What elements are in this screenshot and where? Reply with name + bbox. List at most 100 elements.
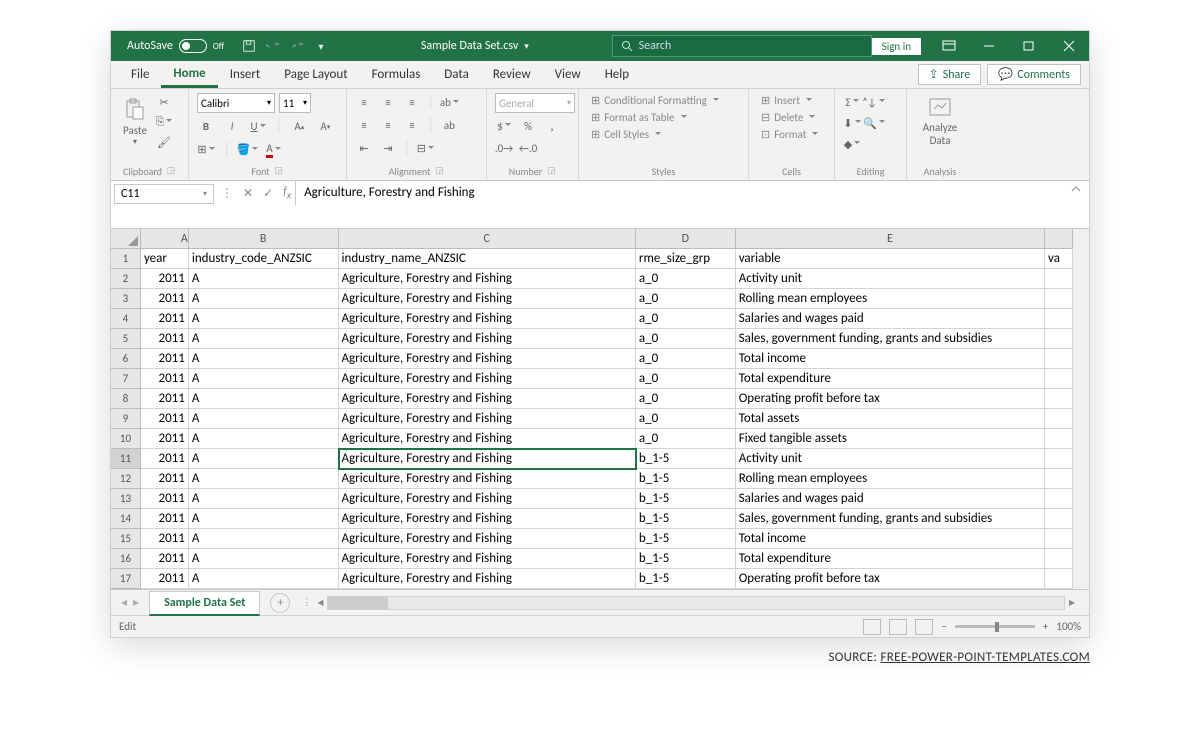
row-header[interactable]: 12	[111, 469, 141, 489]
sheet-tab[interactable]: Sample Data Set	[149, 591, 260, 616]
row-header[interactable]: 2	[111, 269, 141, 289]
cell[interactable]: Salaries and wages paid	[736, 489, 1045, 509]
cell[interactable]: Activity unit	[736, 449, 1045, 469]
cell[interactable]: a_0	[636, 329, 736, 349]
cell[interactable]: Activity unit	[736, 269, 1045, 289]
cell[interactable]: Agriculture, Forestry and Fishing	[339, 449, 636, 469]
cell[interactable]: Agriculture, Forestry and Fishing	[339, 549, 636, 569]
cell[interactable]: Agriculture, Forestry and Fishing	[339, 329, 636, 349]
row-header[interactable]: 9	[111, 409, 141, 429]
orientation-icon[interactable]: ab	[440, 94, 458, 112]
tab-review[interactable]: Review	[481, 63, 543, 86]
cell[interactable]: Total income	[736, 349, 1045, 369]
row-header[interactable]: 3	[111, 289, 141, 309]
merge-icon[interactable]: ⊟	[416, 140, 434, 158]
cell[interactable]: a_0	[636, 349, 736, 369]
cell[interactable]	[1045, 569, 1073, 589]
tab-view[interactable]: View	[543, 63, 593, 86]
cell[interactable]: 2011	[141, 309, 189, 329]
enter-formula-icon[interactable]: ✓	[263, 186, 273, 201]
col-header-C[interactable]: C	[339, 229, 636, 249]
cell[interactable]	[1045, 469, 1073, 489]
row-header[interactable]: 17	[111, 569, 141, 589]
cell[interactable]: A	[189, 369, 339, 389]
cell[interactable]: A	[189, 469, 339, 489]
cell[interactable]: Total assets	[736, 409, 1045, 429]
tab-file[interactable]: File	[119, 63, 161, 86]
cell[interactable]: Rolling mean employees	[736, 289, 1045, 309]
align-left-icon[interactable]: ≡	[355, 117, 373, 135]
page-layout-view-icon[interactable]	[889, 619, 907, 635]
cell[interactable]: A	[189, 449, 339, 469]
cell[interactable]	[1045, 389, 1073, 409]
cell[interactable]	[1045, 409, 1073, 429]
qat-customize-icon[interactable]: ▾	[314, 39, 328, 53]
align-bottom-icon[interactable]: ≡	[403, 94, 421, 112]
cancel-formula-icon[interactable]: ✕	[243, 186, 253, 201]
tab-data[interactable]: Data	[432, 63, 481, 86]
cell[interactable]: industry_code_ANZSIC	[189, 249, 339, 269]
delete-cells-button[interactable]: ⊟Delete	[757, 110, 826, 125]
cell[interactable]: Sales, government funding, grants and su…	[736, 329, 1045, 349]
dialog-launcher-icon[interactable]: ◲	[546, 165, 556, 175]
cell[interactable]: Agriculture, Forestry and Fishing	[339, 369, 636, 389]
comma-icon[interactable]: ,	[543, 117, 561, 135]
analyze-data-button[interactable]: Analyze Data	[915, 93, 965, 149]
bold-button[interactable]: B	[197, 118, 215, 136]
cell[interactable]: industry_name_ANZSIC	[339, 249, 636, 269]
percent-icon[interactable]: %	[519, 117, 537, 135]
row-header[interactable]: 15	[111, 529, 141, 549]
cell[interactable]	[1045, 529, 1073, 549]
dialog-launcher-icon[interactable]: ◲	[274, 165, 284, 175]
cell[interactable]: a_0	[636, 409, 736, 429]
fill-color-icon[interactable]: 🪣	[238, 141, 256, 159]
cell[interactable]: Agriculture, Forestry and Fishing	[339, 489, 636, 509]
tab-nav-prev-icon[interactable]: ◂	[121, 595, 127, 610]
increase-indent-icon[interactable]: ⇥	[379, 140, 397, 158]
row-header[interactable]: 13	[111, 489, 141, 509]
cut-icon[interactable]: ✂	[155, 93, 173, 111]
italic-button[interactable]: I	[223, 118, 241, 136]
col-header-E[interactable]: E	[736, 229, 1045, 249]
cell[interactable]: 2011	[141, 349, 189, 369]
cell[interactable]: b_1-5	[636, 569, 736, 589]
col-header-A[interactable]: A	[141, 229, 189, 249]
cell[interactable]	[1045, 509, 1073, 529]
cell[interactable]: Agriculture, Forestry and Fishing	[339, 409, 636, 429]
format-cells-button[interactable]: ⊡Format	[757, 127, 826, 142]
cell[interactable]	[1045, 349, 1073, 369]
cell[interactable]: 2011	[141, 569, 189, 589]
insert-cells-button[interactable]: ⊞Insert	[757, 93, 826, 108]
copy-icon[interactable]: ⎘	[155, 113, 173, 131]
row-header[interactable]: 8	[111, 389, 141, 409]
increase-font-icon[interactable]: A▴	[290, 118, 308, 136]
row-header[interactable]: 1	[111, 249, 141, 269]
cell[interactable]: A	[189, 329, 339, 349]
zoom-slider[interactable]	[955, 625, 1035, 628]
redo-icon[interactable]	[290, 39, 304, 53]
tab-home[interactable]: Home	[161, 62, 217, 88]
cell[interactable]: A	[189, 489, 339, 509]
ribbon-display-icon[interactable]	[929, 31, 969, 61]
decrease-font-icon[interactable]: A▾	[316, 118, 334, 136]
font-color-icon[interactable]: A	[264, 141, 282, 159]
cell[interactable]	[1045, 269, 1073, 289]
cell[interactable]: Agriculture, Forestry and Fishing	[339, 569, 636, 589]
underline-button[interactable]: U	[249, 118, 267, 136]
fx-icon[interactable]: fx	[283, 185, 291, 201]
cell[interactable]: b_1-5	[636, 449, 736, 469]
paste-button[interactable]: Paste ▾	[119, 96, 151, 149]
cell[interactable]: A	[189, 389, 339, 409]
signin-button[interactable]: Sign in	[872, 38, 921, 55]
share-button[interactable]: ⇪Share	[918, 64, 982, 85]
cell[interactable]: A	[189, 289, 339, 309]
cell[interactable]: Operating profit before tax	[736, 569, 1045, 589]
increase-decimal-icon[interactable]: .0→	[495, 139, 513, 157]
align-top-icon[interactable]: ≡	[355, 94, 373, 112]
cell[interactable]: Agriculture, Forestry and Fishing	[339, 309, 636, 329]
cell[interactable]: 2011	[141, 529, 189, 549]
cell[interactable]: A	[189, 429, 339, 449]
clear-icon[interactable]: ◆	[843, 135, 861, 153]
cell[interactable]: b_1-5	[636, 509, 736, 529]
cell[interactable]: 2011	[141, 509, 189, 529]
